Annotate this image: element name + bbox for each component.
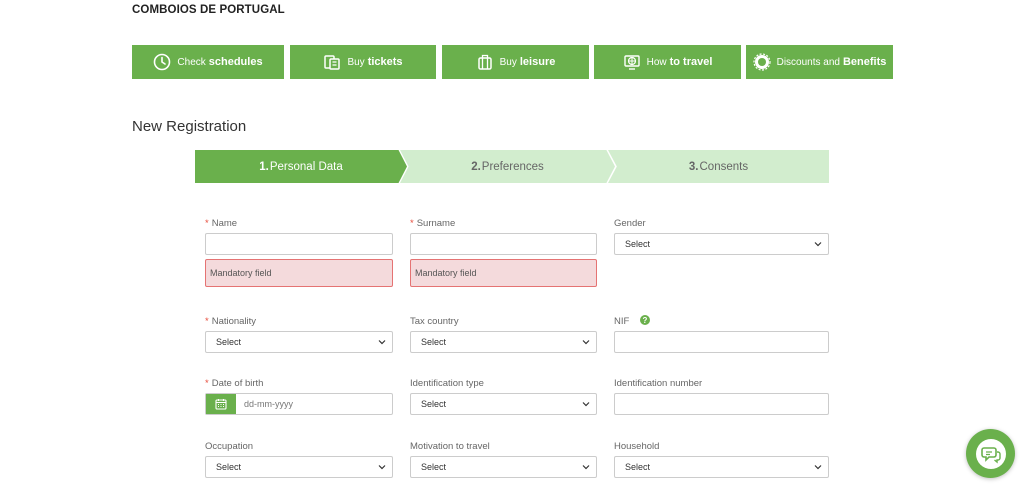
surname-error: Mandatory field (410, 259, 597, 287)
nif-input[interactable] (614, 331, 829, 353)
occupation-selected: Select (216, 462, 242, 472)
chevron-down-icon (378, 465, 386, 470)
nav-bold: schedules (208, 56, 263, 68)
identification-type-label: Identification type (410, 378, 484, 389)
step-number: 2. (471, 160, 481, 173)
badge-icon (753, 53, 771, 71)
identification-number-label: Identification number (614, 378, 703, 389)
occupation-label: Occupation (205, 441, 254, 452)
motivation-label: Motivation to travel (410, 441, 490, 452)
step-personal-data[interactable]: 1. Personal Data (195, 150, 407, 183)
nav-bold: leisure (519, 56, 556, 68)
motivation-select[interactable]: Select (410, 456, 597, 478)
household-select[interactable]: Select (614, 456, 829, 478)
name-label-text: Name (211, 218, 238, 229)
date-of-birth-input[interactable]: dd-mm-yyyy (236, 394, 293, 414)
occupation-select[interactable]: Select (205, 456, 393, 478)
how-to-travel-button[interactable]: How to travel (594, 45, 741, 79)
required-marker: * (410, 218, 414, 229)
identification-number-input[interactable] (614, 393, 829, 415)
ticket-icon (323, 53, 341, 71)
luggage-icon (476, 53, 494, 71)
nav-prefix: Buy (499, 56, 517, 68)
name-error: Mandatory field (205, 259, 393, 287)
step-preferences[interactable]: 2. Preferences (400, 150, 615, 183)
nav-prefix: Buy (347, 56, 365, 68)
required-marker: * (205, 378, 209, 389)
discounts-benefits-button[interactable]: Discounts and Benefits (746, 45, 893, 79)
page-title: New Registration (132, 118, 247, 135)
household-selected: Select (625, 462, 651, 472)
surname-input[interactable] (410, 233, 597, 255)
surname-label: * Surname (410, 218, 455, 229)
tax-country-select[interactable]: Select (410, 331, 597, 353)
motivation-selected: Select (421, 462, 447, 472)
nationality-label-text: Nationality (211, 316, 257, 327)
chevron-down-icon (814, 242, 822, 247)
chat-icon (975, 438, 1006, 469)
identification-type-selected: Select (421, 399, 447, 409)
nav-bold: tickets (367, 56, 403, 68)
main-nav: Check schedules Buy tickets Buy leisure How… (132, 45, 893, 79)
required-marker: * (205, 316, 209, 327)
clock-icon (153, 53, 171, 71)
chevron-down-icon (582, 340, 590, 345)
nationality-select[interactable]: Select (205, 331, 393, 353)
name-input[interactable] (205, 233, 393, 255)
nav-prefix: Check (177, 56, 206, 68)
buy-tickets-button[interactable]: Buy tickets (290, 45, 436, 79)
step-label: Preferences (481, 160, 544, 173)
step-label: Consents (699, 160, 749, 173)
tax-country-label: Tax country (410, 316, 459, 327)
name-label: * Name (205, 218, 237, 229)
chevron-down-icon (582, 402, 590, 407)
step-number: 3. (688, 160, 699, 173)
step-consents[interactable]: 3. Consents (608, 150, 829, 183)
gender-select[interactable]: Select (614, 233, 829, 255)
nav-prefix: Discounts and (776, 56, 840, 68)
nav-bold: to travel (669, 56, 713, 68)
calendar-icon[interactable] (206, 394, 236, 414)
chevron-down-icon (378, 340, 386, 345)
nationality-label: * Nationality (205, 316, 256, 327)
nationality-selected: Select (216, 337, 242, 347)
tax-country-selected: Select (421, 337, 447, 347)
step-label: Personal Data (269, 160, 343, 173)
nif-label: NIF (614, 316, 630, 327)
identification-type-select[interactable]: Select (410, 393, 597, 415)
step-number: 1. (259, 160, 269, 173)
globe-icon (623, 53, 641, 71)
chevron-down-icon (814, 465, 822, 470)
gender-selected: Select (625, 239, 651, 249)
registration-steps: 1. Personal Data 2. Preferences 3. Consents (195, 150, 829, 183)
buy-leisure-button[interactable]: Buy leisure (442, 45, 589, 79)
date-of-birth-label: * Date of birth (205, 378, 263, 389)
help-icon[interactable]: ? (640, 315, 650, 325)
nav-prefix: How (646, 56, 667, 68)
check-schedules-button[interactable]: Check schedules (132, 45, 284, 79)
chevron-down-icon (582, 465, 590, 470)
required-marker: * (205, 218, 209, 229)
household-label: Household (614, 441, 660, 452)
gender-label: Gender (614, 218, 646, 229)
date-of-birth-label-text: Date of birth (211, 378, 264, 389)
date-of-birth-field[interactable]: dd-mm-yyyy (205, 393, 393, 415)
brand-name[interactable]: COMBOIOS DE PORTUGAL (132, 4, 285, 16)
surname-label-text: Surname (416, 218, 456, 229)
nav-bold: Benefits (842, 56, 887, 68)
chat-button[interactable] (966, 429, 1015, 478)
